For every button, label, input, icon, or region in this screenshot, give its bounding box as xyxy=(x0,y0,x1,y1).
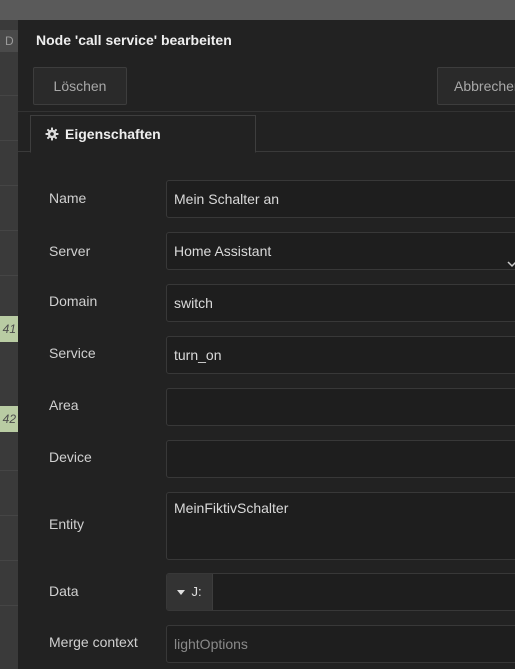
tab-properties[interactable]: Eigenschaften xyxy=(30,115,256,153)
tray-toolbar: Löschen Abbrechen xyxy=(18,60,515,112)
workspace-topbar xyxy=(0,0,18,20)
caret-down-icon xyxy=(177,589,186,595)
grid-line xyxy=(0,95,18,96)
tray-title: Node 'call service' bearbeiten xyxy=(36,32,232,48)
tray-tabs: Eigenschaften xyxy=(18,112,515,153)
entity-input[interactable]: MeinFiktivSchalter xyxy=(166,492,515,560)
grid-line xyxy=(0,185,18,186)
service-label: Service xyxy=(49,345,96,361)
device-input[interactable] xyxy=(166,440,515,478)
data-type-selector[interactable]: J: xyxy=(167,574,213,610)
name-label: Name xyxy=(49,190,87,206)
editor-topbar xyxy=(18,0,515,20)
grid-line xyxy=(0,275,18,276)
server-select[interactable]: Home Assistant xyxy=(166,232,515,270)
workspace-tab[interactable]: D xyxy=(0,30,18,52)
flow-workspace: D 41 42 xyxy=(0,0,18,669)
gear-icon xyxy=(45,127,59,141)
domain-label: Domain xyxy=(49,293,98,309)
chevron-down-icon xyxy=(507,246,515,268)
entity-label: Entity xyxy=(49,516,85,532)
grid-line xyxy=(0,230,18,231)
server-label: Server xyxy=(49,243,91,259)
grid-line xyxy=(0,470,18,471)
entity-tag: MeinFiktivSchalter xyxy=(174,500,289,516)
merge-context-label: Merge context xyxy=(49,634,138,650)
grid-line xyxy=(0,560,18,561)
device-label: Device xyxy=(49,449,92,465)
area-input[interactable] xyxy=(166,388,515,426)
area-label: Area xyxy=(49,397,79,413)
workspace-node[interactable]: 41 xyxy=(0,316,18,342)
server-select-value: Home Assistant xyxy=(174,243,272,259)
name-input[interactable]: Mein Schalter an xyxy=(166,180,515,218)
merge-context-input[interactable]: lightOptions xyxy=(166,625,515,663)
domain-input[interactable]: switch xyxy=(166,284,515,322)
grid-line xyxy=(0,140,18,141)
cancel-button[interactable]: Abbrechen xyxy=(437,67,515,105)
data-label: Data xyxy=(49,583,79,599)
grid-line xyxy=(0,515,18,516)
tab-label: Eigenschaften xyxy=(65,126,161,142)
data-input[interactable]: J: xyxy=(166,573,515,611)
service-input[interactable]: turn_on xyxy=(166,336,515,374)
edit-tray: Node 'call service' bearbeiten Löschen A… xyxy=(18,20,515,669)
tray-header: Node 'call service' bearbeiten xyxy=(18,20,515,60)
delete-button[interactable]: Löschen xyxy=(33,67,127,105)
grid-line xyxy=(0,605,18,606)
data-type-label: J: xyxy=(191,584,202,599)
workspace-node[interactable]: 42 xyxy=(0,406,18,432)
